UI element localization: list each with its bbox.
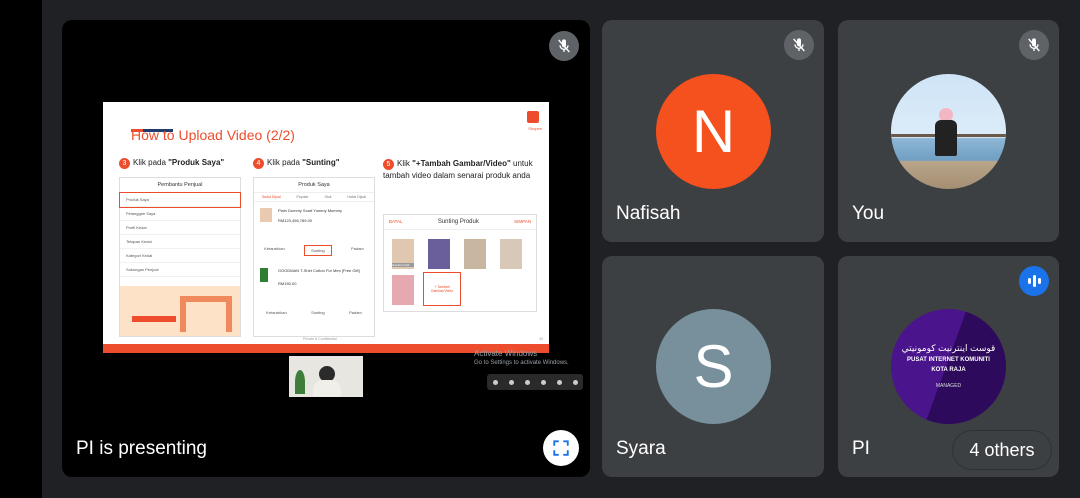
avatar: N <box>656 74 771 189</box>
participant-name: Syara <box>616 438 666 459</box>
toolbar-more-icon[interactable] <box>556 379 562 385</box>
slide-footer-text: Private & Confidential <box>303 337 337 341</box>
left-edge <box>0 0 42 498</box>
participant-tile-syara[interactable]: S Syara <box>602 256 824 477</box>
slideshow-toolbar[interactable] <box>487 374 583 390</box>
avatar-photo <box>891 74 1006 189</box>
brand-label: Shopee <box>528 126 542 131</box>
house-illustration <box>120 286 240 336</box>
participant-name: Nafisah <box>616 203 681 224</box>
activate-windows-subtitle: Go to Settings to activate Windows. <box>474 360 569 366</box>
step-5: 5 Klik "+Tambah Gambar/Video" untuk tamba… <box>383 159 533 180</box>
step-3: 3 Klik pada "Produk Saya" <box>119 158 224 169</box>
toolbar-screen-icon[interactable] <box>572 379 578 385</box>
mic-off-icon <box>1019 30 1049 60</box>
participant-name: You <box>852 203 885 224</box>
presentation-tile[interactable]: How to Upload Video (2/2) Shopee 3 Klik p… <box>62 20 590 477</box>
avatar: S <box>656 309 771 424</box>
toolbar-prev-icon[interactable] <box>492 379 498 385</box>
participant-tile-nafisah[interactable]: N Nafisah <box>602 20 824 242</box>
toolbar-pen-icon[interactable] <box>524 379 530 385</box>
phone-screen-edit: BATAL Sunting Produk SIMPAN Gambar Kulit +… <box>383 214 537 312</box>
slide-title: How to Upload Video (2/2) <box>131 127 295 143</box>
phone-screen-seller: Pembantu Penjual Produk Saya Pelanggan S… <box>119 177 241 337</box>
fullscreen-icon <box>553 440 569 456</box>
speaking-indicator-icon <box>1019 266 1049 296</box>
shopee-bag-icon <box>527 111 539 123</box>
mic-off-icon <box>784 30 814 60</box>
fullscreen-button[interactable] <box>543 430 579 466</box>
presenter-label: PI is presenting <box>76 438 207 459</box>
others-button[interactable]: 4 others <box>953 431 1051 469</box>
activate-windows-title: Activate Windows <box>474 349 538 358</box>
toolbar-zoom-icon[interactable] <box>540 379 546 385</box>
participant-tile-pi[interactable]: قوست اينترنيت كومونيتي PUSAT INTERNET KO… <box>838 256 1059 477</box>
participant-name: PI <box>852 438 870 459</box>
toolbar-next-icon[interactable] <box>508 379 514 385</box>
step-4: 4 Klik pada "Sunting" <box>253 158 340 169</box>
pi-logo-avatar: قوست اينترنيت كومونيتي PUSAT INTERNET KO… <box>891 309 1006 424</box>
participant-tile-you[interactable]: You <box>838 20 1059 242</box>
presenter-camera-thumbnail <box>289 356 363 397</box>
slide-page-number: 43 <box>539 337 543 341</box>
add-media-tile: + Tambah Gambar/Video <box>423 272 461 306</box>
shared-slide: How to Upload Video (2/2) Shopee 3 Klik p… <box>103 102 549 353</box>
phone-screen-products: Produk Saya Sedia Dijual Populer Stok Habis… <box>253 177 375 337</box>
mic-off-icon <box>549 31 579 61</box>
